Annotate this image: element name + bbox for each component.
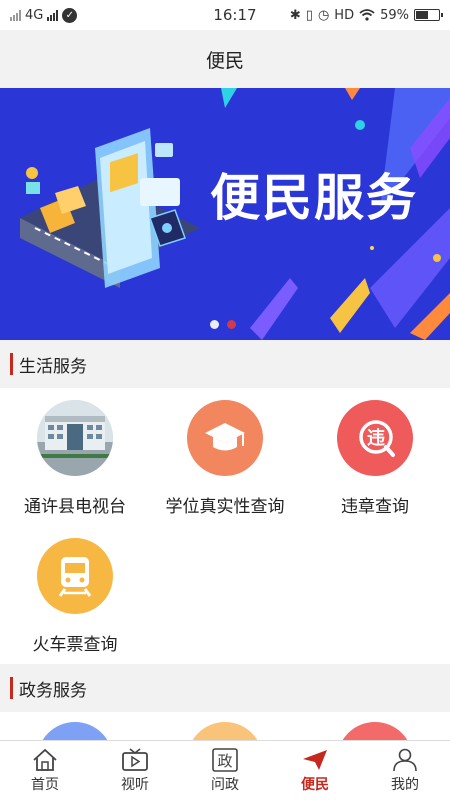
status-bar: 4G ✓ 16:17 ✱ ▯ ◷ HD 59% bbox=[0, 0, 450, 30]
section-accent-bar bbox=[10, 677, 13, 699]
section-header-life: 生活服务 bbox=[0, 340, 450, 388]
section-header-gov: 政务服务 bbox=[0, 664, 450, 712]
nav-label: 我的 bbox=[391, 776, 419, 793]
banner-title: 便民服务 bbox=[210, 169, 418, 227]
nav-label: 视听 bbox=[121, 776, 149, 793]
banner-carousel[interactable]: 便民服务 bbox=[0, 88, 450, 340]
nav-label: 问政 bbox=[211, 776, 239, 793]
vibrate-icon: ▯ bbox=[305, 7, 313, 23]
page-title-bar: 便民 bbox=[0, 30, 450, 88]
service-label: 违章查询 bbox=[341, 497, 409, 517]
battery-percent: 59% bbox=[380, 7, 409, 23]
wifi-icon bbox=[359, 9, 375, 21]
graduation-cap-icon bbox=[187, 400, 263, 476]
service-item-train[interactable]: 火车票查询 bbox=[0, 538, 150, 655]
nav-label: 便民 bbox=[301, 776, 329, 793]
bottom-navigation: 首页 视听 政 问政 便民 我的 bbox=[0, 740, 450, 800]
service-item-violation[interactable]: 违 违章查询 bbox=[300, 400, 450, 517]
violation-search-icon: 违 bbox=[337, 400, 413, 476]
train-icon bbox=[37, 538, 113, 614]
status-time: 16:17 bbox=[213, 6, 257, 24]
nav-glyph: 政 bbox=[217, 752, 232, 770]
svg-text:违: 违 bbox=[367, 427, 385, 449]
nav-item-politics[interactable]: 政 问政 bbox=[180, 741, 270, 800]
home-icon bbox=[33, 748, 57, 771]
tv-icon bbox=[122, 747, 148, 771]
hd-label: HD bbox=[334, 7, 355, 23]
carousel-dot[interactable] bbox=[210, 320, 219, 329]
signal-icon bbox=[10, 9, 21, 21]
bluetooth-icon: ✱ bbox=[289, 7, 301, 23]
status-left: 4G ✓ bbox=[10, 7, 160, 23]
checkmark-icon: ✓ bbox=[62, 7, 78, 23]
tv-station-photo bbox=[37, 400, 113, 476]
nav-item-home[interactable]: 首页 bbox=[0, 741, 90, 800]
nav-item-profile[interactable]: 我的 bbox=[360, 741, 450, 800]
network-type: 4G bbox=[25, 7, 44, 23]
service-item-degree-check[interactable]: 学位真实性查询 bbox=[150, 400, 300, 517]
carousel-dot-active[interactable] bbox=[227, 320, 236, 329]
service-label: 火车票查询 bbox=[32, 635, 118, 655]
page-title: 便民 bbox=[205, 49, 244, 72]
section-title: 生活服务 bbox=[19, 356, 87, 377]
nav-label: 首页 bbox=[31, 776, 59, 793]
alarm-icon: ◷ bbox=[317, 7, 330, 23]
nav-item-media[interactable]: 视听 bbox=[90, 741, 180, 800]
section-accent-bar bbox=[10, 353, 13, 375]
status-right: ✱ ▯ ◷ HD 59% bbox=[289, 7, 443, 23]
battery-icon bbox=[414, 9, 443, 21]
nav-item-convenience[interactable]: 便民 bbox=[270, 741, 360, 800]
user-icon bbox=[393, 748, 417, 771]
zheng-icon: 政 bbox=[212, 747, 238, 772]
paper-plane-icon bbox=[303, 749, 327, 770]
carousel-dots bbox=[210, 320, 236, 329]
signal-icon-2 bbox=[47, 9, 59, 21]
service-item-tv-station[interactable]: 通许县电视台 bbox=[0, 400, 150, 517]
section-title: 政务服务 bbox=[19, 680, 87, 701]
service-label: 通许县电视台 bbox=[24, 497, 126, 517]
service-label: 学位真实性查询 bbox=[165, 497, 285, 517]
